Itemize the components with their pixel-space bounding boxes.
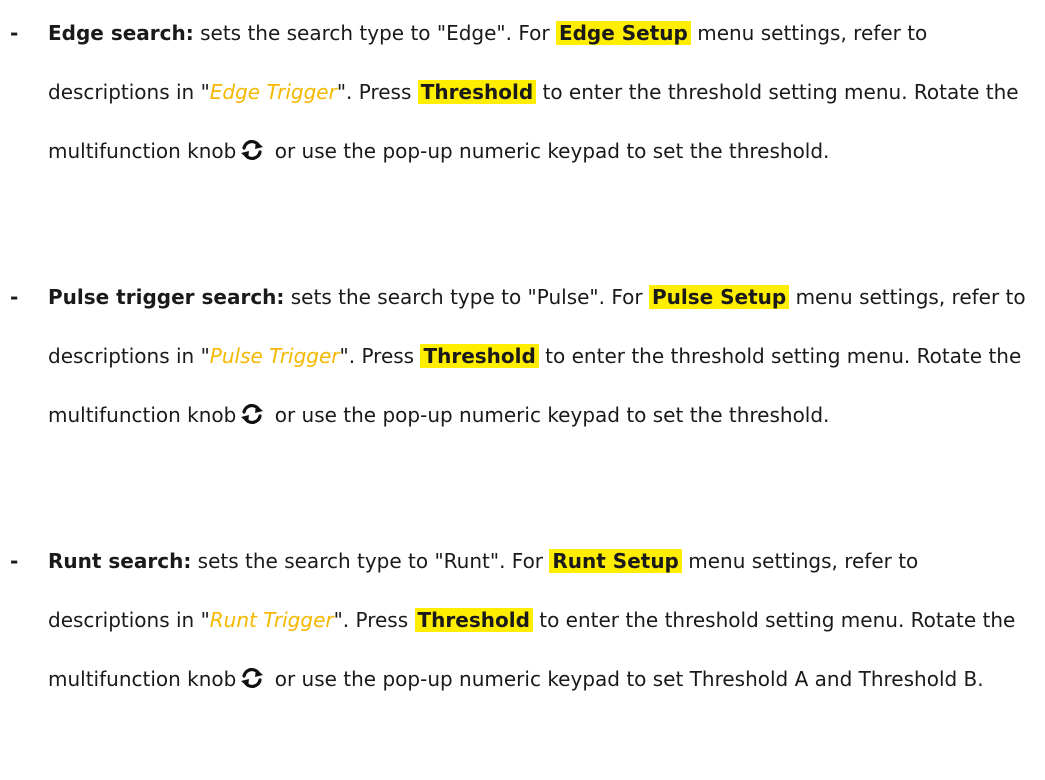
xref-link-runt-trigger[interactable]: Runt Trigger (210, 608, 334, 632)
softkey-edge-setup: Edge Setup (555, 21, 691, 45)
bullet-dash: - (10, 549, 19, 573)
term-label: Pulse trigger search: (48, 285, 285, 309)
bullet-dash: - (10, 21, 19, 45)
item-paragraph: Pulse trigger search: sets the search ty… (48, 268, 1038, 445)
softkey-threshold: Threshold (417, 80, 537, 104)
term-label: Runt search: (48, 549, 192, 573)
softkey-threshold: Threshold (420, 344, 539, 368)
text-run: or use the pop-up numeric keypad to set … (268, 139, 830, 163)
softkey-threshold: Threshold (414, 608, 533, 632)
softkey-pulse-setup: Pulse Setup (648, 285, 790, 309)
term-label: Edge search: (48, 21, 194, 45)
text-run: sets the search type to "Edge". For (193, 21, 556, 45)
text-run: or use the pop-up numeric keypad to set … (268, 403, 830, 427)
bullet-dash: - (10, 285, 19, 309)
xref-link-pulse-trigger[interactable]: Pulse Trigger (210, 344, 340, 368)
text-run: ". Press (339, 344, 421, 368)
xref-link-edge-trigger[interactable]: Edge Trigger (210, 80, 337, 104)
manual-page: - Edge search: sets the search type to "… (0, 0, 1045, 780)
item-paragraph: Runt search: sets the search type to "Ru… (48, 532, 1038, 709)
text-run: sets the search type to "Runt". For (191, 549, 550, 573)
softkey-runt-setup: Runt Setup (549, 549, 682, 573)
multifunction-knob-icon (239, 403, 265, 425)
multifunction-knob-icon (239, 667, 265, 689)
text-run: sets the search type to "Pulse". For (284, 285, 649, 309)
multifunction-knob-icon (239, 139, 265, 161)
text-run: ". Press (336, 80, 418, 104)
text-run: or use the pop-up numeric keypad to set … (268, 667, 984, 691)
item-paragraph: Edge search: sets the search type to "Ed… (48, 4, 1038, 181)
text-run: ". Press (333, 608, 415, 632)
